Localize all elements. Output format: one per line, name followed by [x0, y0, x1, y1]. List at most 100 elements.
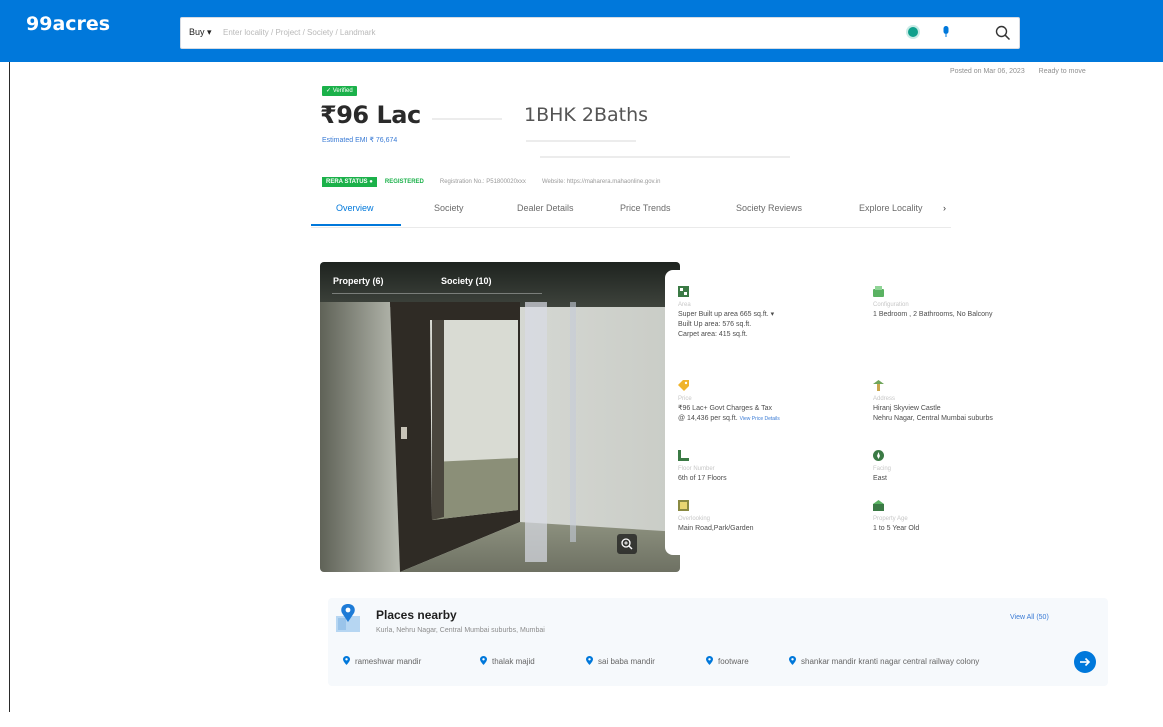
- builtup-area: Built Up area: 576 sq.ft.: [678, 321, 752, 328]
- nearby-chip-label: shankar mandir kranti nagar central rail…: [801, 657, 980, 666]
- nearby-chip[interactable]: footware: [706, 656, 749, 666]
- faded-text-placeholder: [540, 156, 790, 158]
- tab-explore-locality[interactable]: Explore Locality: [859, 203, 923, 213]
- area-label: Area: [678, 302, 691, 308]
- nearby-location-icon[interactable]: [908, 27, 918, 37]
- gallery-tabs-divider: [332, 293, 542, 294]
- possession-status: Ready to move: [1038, 68, 1086, 75]
- tab-society[interactable]: Society: [434, 203, 464, 213]
- price-tag-icon: [678, 380, 689, 391]
- page: 99acres Buy ▾ Enter locality / Project /…: [0, 0, 1163, 727]
- tab-dealer-details[interactable]: Dealer Details: [517, 203, 574, 213]
- address-line-2: Nehru Nagar, Central Mumbai suburbs: [873, 415, 993, 422]
- gallery-tab-property[interactable]: Property (6): [333, 276, 384, 286]
- price-label: Price: [678, 396, 692, 402]
- verified-badge: ✓ Verified: [322, 86, 357, 96]
- property-details-card: Area Super Built up area 665 sq.ft. ▾ Bu…: [665, 270, 1095, 555]
- nearby-chip[interactable]: sai baba mandir: [586, 656, 655, 666]
- search-icon[interactable]: [994, 24, 1012, 42]
- bed-icon: [873, 286, 884, 297]
- floor-icon: [678, 450, 689, 461]
- detail-price: Price ₹96 Lac+ Govt Charges & Tax @ 14,4…: [678, 380, 780, 424]
- super-area[interactable]: Super Built up area 665 sq.ft. ▾: [678, 311, 774, 318]
- rera-info: RERA STATUS ● REGISTERED Registration No…: [322, 177, 660, 187]
- detail-address: Address Hiranj Skyview Castle Nehru Naga…: [873, 380, 993, 424]
- nearby-chip-label: thalak majid: [492, 657, 535, 666]
- zoom-icon: [621, 538, 633, 550]
- location-pin-icon: [706, 656, 713, 665]
- rera-registration-number: Registration No.: P51800020xxx: [439, 179, 526, 185]
- rera-status-badge[interactable]: RERA STATUS ●: [322, 177, 377, 187]
- faded-text-placeholder: [526, 140, 636, 142]
- faded-text-placeholder: [432, 118, 502, 120]
- nearby-chip-label: footware: [718, 657, 749, 666]
- floor-value: 6th of 17 Floors: [678, 475, 727, 482]
- configuration-value: 1 Bedroom , 2 Bathrooms, No Balcony: [873, 311, 993, 318]
- page-border: [9, 62, 10, 712]
- nearby-chip-label: sai baba mandir: [598, 657, 655, 666]
- view-all-places-link[interactable]: View All (50): [1010, 614, 1049, 621]
- property-configuration: 1BHK 2Baths: [524, 104, 649, 126]
- facing-label: Facing: [873, 466, 892, 472]
- tab-overview[interactable]: Overview: [336, 203, 374, 213]
- tabs-next-icon[interactable]: ›: [943, 203, 946, 213]
- nearby-chip-label: rameshwar mandir: [355, 657, 422, 666]
- top-navbar: 99acres Buy ▾ Enter locality / Project /…: [0, 0, 1163, 62]
- section-tabs: Overview Society Dealer Details Price Tr…: [322, 203, 952, 228]
- detail-overlooking: Overlooking Main Road,Park/Garden: [678, 500, 753, 534]
- property-age-value: 1 to 5 Year Old: [873, 525, 920, 532]
- compass-icon: [873, 450, 884, 461]
- price-per-sqft: @ 14,436 per sq.ft.: [678, 415, 738, 422]
- search-input[interactable]: Enter locality / Project / Society / Lan…: [223, 28, 376, 37]
- carpet-area: Carpet area: 415 sq.ft.: [678, 331, 748, 338]
- zoom-button[interactable]: [617, 534, 637, 554]
- price-value: ₹96 Lac+ Govt Charges & Tax: [678, 405, 773, 412]
- posted-info: Posted on Mar 06, 2023 Ready to move: [950, 68, 1086, 75]
- detail-facing: Facing East: [873, 450, 891, 484]
- tabs-divider: [311, 227, 951, 228]
- active-tab-indicator: [311, 224, 401, 226]
- places-nearby-title: Places nearby: [376, 608, 457, 622]
- places-nearby-subtitle: Kurla, Nehru Nagar, Central Mumbai subur…: [376, 627, 545, 634]
- floor-label: Floor Number: [678, 466, 715, 472]
- property-photo[interactable]: [320, 262, 680, 572]
- facing-value: East: [873, 475, 888, 482]
- places-next-button[interactable]: [1074, 651, 1096, 673]
- map-location-icon: [336, 604, 360, 632]
- site-logo[interactable]: 99acres: [26, 13, 110, 35]
- tab-society-reviews[interactable]: Society Reviews: [736, 203, 802, 213]
- detail-floor: Floor Number 6th of 17 Floors: [678, 450, 727, 484]
- microphone-icon[interactable]: [942, 26, 950, 38]
- rera-website[interactable]: Website: https://maharera.mahaonline.gov…: [542, 179, 661, 185]
- nearby-chip[interactable]: rameshwar mandir: [343, 656, 421, 666]
- address-line-1: Hiranj Skyview Castle: [873, 405, 941, 412]
- price-details-link[interactable]: View Price Details: [740, 416, 780, 422]
- property-age-label: Property Age: [873, 516, 908, 522]
- search-bar[interactable]: Buy ▾ Enter locality / Project / Society…: [180, 17, 1020, 49]
- property-price: ₹96 Lac: [320, 101, 421, 129]
- tab-price-trends[interactable]: Price Trends: [620, 203, 671, 213]
- emi-link[interactable]: Estimated EMI ₹ 76,674: [322, 136, 397, 144]
- overlooking-icon: [678, 500, 689, 511]
- location-pin-icon: [480, 656, 487, 665]
- location-pin-icon: [789, 656, 796, 665]
- property-age-icon: [873, 500, 884, 511]
- area-icon: [678, 286, 689, 297]
- nearby-chip[interactable]: shankar mandir kranti nagar central rail…: [789, 656, 979, 666]
- location-pin-icon: [343, 656, 350, 665]
- arrow-right-icon: [1080, 657, 1091, 667]
- overlooking-label: Overlooking: [678, 516, 711, 522]
- detail-property-age: Property Age 1 to 5 Year Old: [873, 500, 919, 534]
- detail-configuration: Configuration 1 Bedroom , 2 Bathrooms, N…: [873, 286, 992, 320]
- overlooking-value: Main Road,Park/Garden: [678, 525, 754, 532]
- detail-area: Area Super Built up area 665 sq.ft. ▾ Bu…: [678, 286, 774, 340]
- rera-registered-label: REGISTERED: [384, 179, 424, 185]
- gallery-tab-society[interactable]: Society (10): [441, 276, 492, 286]
- address-icon: [873, 380, 884, 391]
- photo-gallery[interactable]: Property (6) Society (10): [320, 262, 680, 572]
- configuration-label: Configuration: [873, 302, 909, 308]
- location-pin-icon: [586, 656, 593, 665]
- buy-dropdown[interactable]: Buy ▾: [189, 27, 212, 38]
- nearby-chip[interactable]: thalak majid: [480, 656, 535, 666]
- posted-date: Posted on Mar 06, 2023: [950, 68, 1025, 75]
